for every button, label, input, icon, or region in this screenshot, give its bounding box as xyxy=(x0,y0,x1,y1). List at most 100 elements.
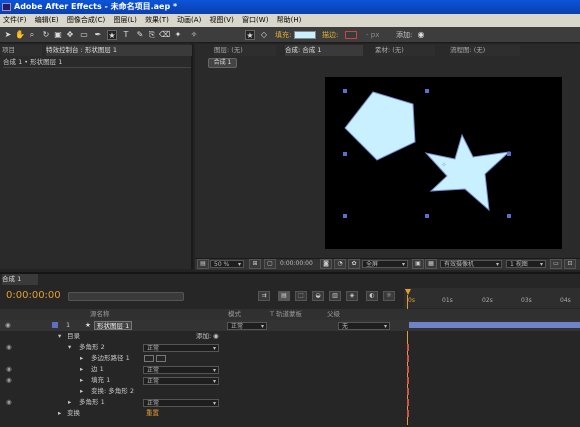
keyframe-marker[interactable] xyxy=(407,388,409,395)
roto-brush-tool-icon[interactable]: ✦ xyxy=(173,30,183,40)
show-snapshot-icon[interactable]: ◔ xyxy=(334,259,346,269)
property-row-stroke[interactable]: ◉ ▸ 边 1 正常 xyxy=(0,364,580,375)
brush-tool-icon[interactable]: ✎ xyxy=(135,30,145,40)
layer-mode-dropdown[interactable]: 正常 xyxy=(227,322,267,330)
type-tool-icon[interactable]: T xyxy=(121,30,131,40)
tab-effects-controls[interactable]: 特效控制台 : 形状图层 1 xyxy=(46,45,192,56)
rotate-tool-icon[interactable]: ↻ xyxy=(41,30,51,40)
keyframe-marker[interactable] xyxy=(407,399,409,406)
tab-footage[interactable]: 素材: (无) xyxy=(375,45,435,56)
stroke-width-value[interactable]: - px xyxy=(366,30,379,40)
menu-file[interactable]: 文件(F) xyxy=(3,16,27,24)
keyframe-marker[interactable] xyxy=(407,355,409,362)
star-tool-icon[interactable]: ★ xyxy=(107,30,117,40)
menu-edit[interactable]: 编辑(E) xyxy=(35,16,59,24)
bbox-handle[interactable] xyxy=(425,214,429,218)
property-row-contents[interactable]: ▾ 目录 添加: ◉ xyxy=(0,331,580,342)
twirl-open-icon[interactable]: ▾ xyxy=(68,342,71,353)
mask-visibility-icon[interactable]: ▢ xyxy=(264,259,276,269)
eraser-tool-icon[interactable]: ⌫ xyxy=(159,30,170,40)
motion-blur-icon[interactable]: ◈ xyxy=(346,291,358,301)
tab-flowchart[interactable]: 流程图: (无) xyxy=(450,45,520,56)
puppet-tool-icon[interactable]: ✧ xyxy=(189,30,199,40)
twirl-closed-icon[interactable]: ▸ xyxy=(68,397,71,408)
bbox-handle[interactable] xyxy=(425,89,429,93)
transparency-grid-icon[interactable]: ▦ xyxy=(425,259,437,269)
star-shape-icon[interactable]: ★ xyxy=(245,30,255,40)
fast-preview-icon[interactable]: ⊡ xyxy=(564,259,576,269)
shy-layers-icon[interactable]: ◒ xyxy=(312,291,324,301)
resolution-dropdown[interactable]: 全屏 xyxy=(362,260,408,268)
menu-effect[interactable]: 效果(T) xyxy=(145,16,169,24)
bbox-handle[interactable] xyxy=(343,152,347,156)
layer-label-color[interactable] xyxy=(52,322,58,328)
hand-tool-icon[interactable]: ✋ xyxy=(15,30,25,40)
twirl-closed-icon[interactable]: ▸ xyxy=(58,408,61,419)
twirl-closed-icon[interactable]: ▸ xyxy=(80,353,83,364)
layer-parent-dropdown[interactable]: 无 xyxy=(338,322,390,330)
polystar-1-mode-dropdown[interactable]: 正常 xyxy=(143,399,219,407)
twirl-open-icon[interactable]: ▾ xyxy=(58,331,61,342)
bbox-handle[interactable] xyxy=(507,214,511,218)
menu-animation[interactable]: 动画(A) xyxy=(177,16,201,24)
snapshot-icon[interactable]: ◙ xyxy=(320,259,332,269)
keyframe-marker[interactable] xyxy=(407,344,409,351)
safe-zones-icon[interactable]: ⊞ xyxy=(249,259,261,269)
tab-composition[interactable]: 合成: 合成 1 xyxy=(285,45,363,56)
menu-composition[interactable]: 图像合成(C) xyxy=(67,16,105,24)
keyframe-marker[interactable] xyxy=(407,410,409,417)
zoom-dropdown[interactable]: 50 % xyxy=(210,260,244,268)
eye-icon[interactable]: ◉ xyxy=(6,342,12,353)
menu-view[interactable]: 视图(V) xyxy=(210,16,234,24)
pan-behind-tool-icon[interactable]: ✥ xyxy=(65,30,75,40)
selection-tool-icon[interactable]: ➤ xyxy=(3,30,13,40)
eye-icon[interactable]: ◉ xyxy=(6,397,12,408)
property-row-fill[interactable]: ◉ ▸ 填充 1 正常 xyxy=(0,375,580,386)
twirl-closed-icon[interactable]: ▸ xyxy=(80,375,83,386)
tab-layer[interactable]: 图层: (无) xyxy=(214,45,276,56)
add-content-icon[interactable]: ◉ xyxy=(213,331,219,342)
fill-mode-dropdown[interactable]: 正常 xyxy=(143,377,219,385)
bbox-handle[interactable] xyxy=(343,214,347,218)
path-shape-icon[interactable] xyxy=(144,355,154,362)
add-circle-icon[interactable]: ◉ xyxy=(416,30,426,40)
toggle-pixel-aspect-icon[interactable]: ▭ xyxy=(550,259,562,269)
pen-tool-icon[interactable]: ✒ xyxy=(93,30,103,40)
fill-color-swatch[interactable] xyxy=(294,31,316,39)
reset-link[interactable]: 重置 xyxy=(146,408,159,419)
star-shape[interactable] xyxy=(424,133,511,212)
clone-stamp-tool-icon[interactable]: ⎘ xyxy=(147,30,157,40)
stroke-color-swatch[interactable] xyxy=(345,31,357,39)
always-preview-icon[interactable]: ▤ xyxy=(197,259,209,269)
layer-search-input[interactable] xyxy=(68,292,184,301)
menu-layer[interactable]: 图层(L) xyxy=(113,16,136,24)
view-layout-dropdown[interactable]: 1 视图 xyxy=(506,260,546,268)
bbox-handle[interactable] xyxy=(507,152,511,156)
camera-dropdown[interactable]: 有效摄像机 xyxy=(440,260,502,268)
comp-mini-flowchart-icon[interactable]: ⇉ xyxy=(258,291,270,301)
graph-editor-icon[interactable]: ◐ xyxy=(366,291,378,301)
rectangle-tool-icon[interactable]: ▭ xyxy=(79,30,89,40)
keyframe-marker[interactable] xyxy=(407,377,409,384)
color-channel-icon[interactable]: ✿ xyxy=(348,259,360,269)
bbox-handle[interactable] xyxy=(343,89,347,93)
property-row-polystar-1[interactable]: ◉ ▸ 多角形 1 正常 xyxy=(0,397,580,408)
property-row-polystar-2[interactable]: ◉ ▾ 多角形 2 正常 xyxy=(0,342,580,353)
viewer-time[interactable]: 0:00:00:00 xyxy=(280,260,316,268)
brainstorm-icon[interactable]: ☼ xyxy=(383,291,395,301)
draft-3d-icon[interactable]: ⬚ xyxy=(295,291,307,301)
eye-icon[interactable]: ◉ xyxy=(6,364,12,375)
region-of-interest-icon[interactable]: ▣ xyxy=(412,259,424,269)
layer-duration-bar[interactable] xyxy=(409,322,580,328)
bezier-icon[interactable]: ◇ xyxy=(259,30,269,40)
menu-window[interactable]: 窗口(W) xyxy=(242,16,268,24)
property-row-polystar-path[interactable]: ▸ 多边形路径 1 xyxy=(0,353,580,364)
twirl-closed-icon[interactable]: ▸ xyxy=(80,364,83,375)
keyframe-marker[interactable] xyxy=(407,366,409,373)
eye-icon[interactable]: ◉ xyxy=(6,375,12,386)
tab-timeline-comp[interactable]: 合成 1 xyxy=(2,274,38,285)
frame-blending-icon[interactable]: ▥ xyxy=(329,291,341,301)
menu-help[interactable]: 帮助(H) xyxy=(277,16,302,24)
stroke-mode-dropdown[interactable]: 正常 xyxy=(143,366,219,374)
pentagon-shape[interactable] xyxy=(344,91,416,161)
